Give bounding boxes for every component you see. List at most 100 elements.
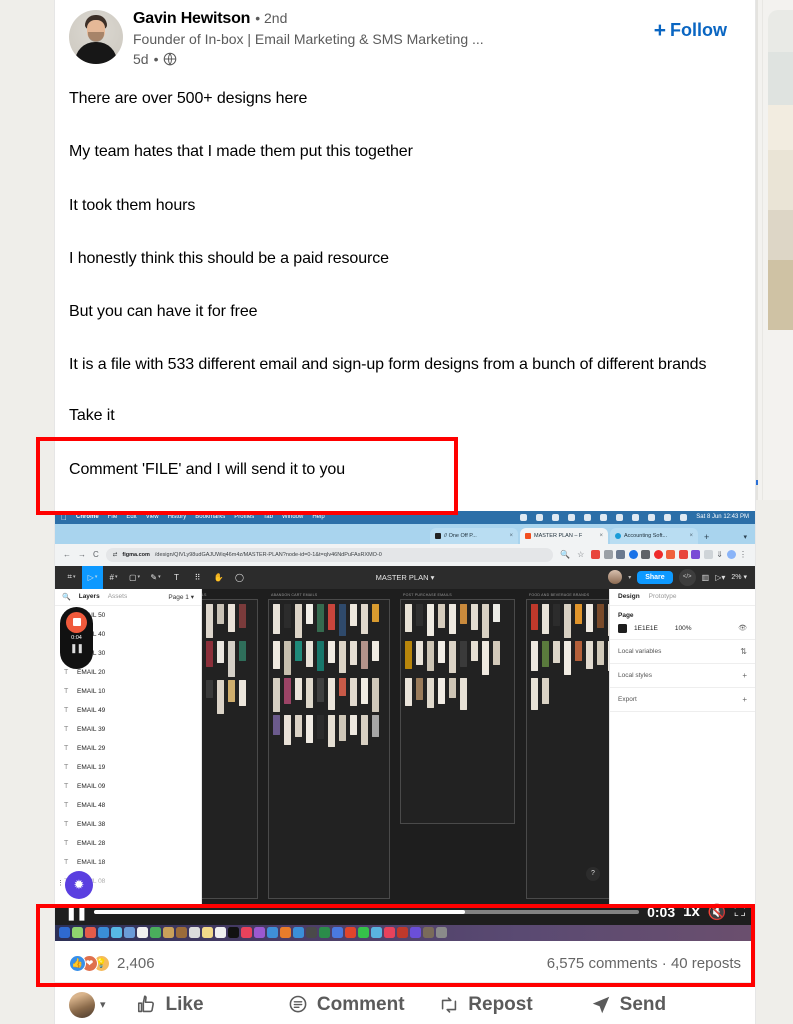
dock-appstore-icon[interactable] bbox=[267, 927, 278, 939]
user-avatar-selector[interactable]: ▾ bbox=[69, 991, 106, 1018]
extension-icon[interactable] bbox=[591, 550, 601, 560]
dock-appletv-icon[interactable] bbox=[228, 927, 239, 939]
close-icon[interactable]: × bbox=[509, 533, 513, 539]
menubar-item-help[interactable]: Help bbox=[312, 514, 324, 520]
pause-recording-icon[interactable]: ❚❚ bbox=[70, 643, 84, 654]
new-tab-button[interactable]: + bbox=[700, 532, 715, 544]
figma-library-icon[interactable]: ▥ bbox=[702, 573, 710, 582]
extension-icon[interactable] bbox=[703, 550, 713, 560]
dock-app-icon[interactable] bbox=[72, 927, 83, 939]
reaction-count[interactable]: 2,406 bbox=[117, 955, 155, 972]
dock-app-icon[interactable] bbox=[384, 927, 395, 939]
canvas-frame[interactable]: WELCOME EMAILS bbox=[202, 593, 258, 899]
menubar-item-profiles[interactable]: Profiles bbox=[234, 514, 254, 520]
menubar-item-window[interactable]: Window bbox=[282, 514, 303, 520]
dock-app-icon[interactable] bbox=[397, 927, 408, 939]
plus-icon[interactable]: + bbox=[742, 695, 747, 704]
menubar-item-history[interactable]: History bbox=[168, 514, 187, 520]
author-name[interactable]: Gavin Hewitson bbox=[133, 10, 250, 28]
canvas-frame[interactable]: POST PURCHASE EMAILS bbox=[400, 593, 515, 824]
figma-present-icon[interactable]: ▷▾ bbox=[715, 573, 725, 582]
playback-speed-button[interactable]: 1x bbox=[683, 903, 700, 920]
stop-recording-button[interactable] bbox=[66, 611, 87, 633]
zoom-search-icon[interactable]: 🔍 bbox=[560, 550, 570, 559]
figma-canvas[interactable]: WELCOME EMAILS bbox=[202, 588, 609, 907]
close-icon[interactable]: × bbox=[599, 533, 603, 539]
tab-design[interactable]: Design bbox=[618, 593, 640, 600]
close-icon[interactable]: × bbox=[689, 533, 693, 539]
layer-item[interactable]: T EMAIL 48 bbox=[55, 796, 201, 815]
dock-contacts-icon[interactable] bbox=[176, 927, 187, 939]
repost-button[interactable]: Repost bbox=[438, 994, 589, 1016]
extension-icon[interactable] bbox=[678, 550, 688, 560]
canvas-frame[interactable]: ABANDON CART EMAILS bbox=[268, 593, 390, 899]
browser-status-icon[interactable] bbox=[536, 513, 544, 521]
layer-item[interactable]: T EMAIL 19 bbox=[55, 758, 201, 777]
dock-numbers-icon[interactable] bbox=[280, 927, 291, 939]
figma-comment-tool-icon[interactable]: ◯ bbox=[229, 566, 250, 589]
layer-item[interactable]: T EMAIL 28 bbox=[55, 834, 201, 853]
dock-downloads-icon[interactable] bbox=[423, 927, 434, 939]
extension-icon[interactable] bbox=[628, 550, 638, 560]
dock-app-icon[interactable] bbox=[410, 927, 421, 939]
dock-slack-icon[interactable] bbox=[345, 927, 356, 939]
figma-pen-tool-icon[interactable]: ✎ ▾ bbox=[145, 566, 166, 589]
back-arrow-icon[interactable]: ← bbox=[63, 550, 71, 559]
comments-reposts-count[interactable]: 6,575 comments · 40 reposts bbox=[547, 955, 741, 972]
pause-icon[interactable]: ❚❚ bbox=[65, 903, 88, 921]
figma-frame-tool-icon[interactable]: # ▾ bbox=[103, 566, 124, 589]
layer-item[interactable]: T EMAIL 09 bbox=[55, 777, 201, 796]
layer-item[interactable]: T EMAIL 39 bbox=[55, 720, 201, 739]
send-button[interactable]: Send bbox=[590, 994, 741, 1016]
spotlight-search-icon[interactable] bbox=[648, 513, 656, 521]
menubar-item-view[interactable]: View bbox=[146, 514, 159, 520]
screen-recorder-widget[interactable]: 0:04 ❚❚ bbox=[60, 606, 93, 669]
figma-zoom-level[interactable]: 2% ▾ bbox=[731, 573, 747, 581]
dock-calendar-icon[interactable] bbox=[163, 927, 174, 939]
address-bar[interactable]: ⇄ figma.com/design/QIVLy98udGAJUWiq46m4z… bbox=[105, 547, 554, 562]
figma-collaborator-avatar[interactable] bbox=[608, 570, 623, 585]
tab-list-chevron-down-icon[interactable]: ▾ bbox=[743, 533, 747, 541]
extension-icon[interactable] bbox=[641, 550, 651, 560]
bluetooth-status-icon[interactable] bbox=[600, 513, 608, 521]
export-row[interactable]: Export + bbox=[610, 688, 755, 712]
page-selector[interactable]: Page 1 ▾ bbox=[168, 593, 194, 601]
extension-icon[interactable] bbox=[616, 550, 626, 560]
opera-extension-icon[interactable] bbox=[653, 550, 663, 560]
dock-facetime-icon[interactable] bbox=[150, 927, 161, 939]
dock-app-icon[interactable] bbox=[124, 927, 135, 939]
dock-launchpad-icon[interactable] bbox=[85, 927, 96, 939]
reload-icon[interactable]: C bbox=[93, 550, 99, 559]
menubar-item-edit[interactable]: Edit bbox=[126, 514, 136, 520]
like-button[interactable]: Like bbox=[136, 994, 287, 1016]
menubar-item-file[interactable]: File bbox=[108, 514, 118, 520]
settings-status-icon[interactable] bbox=[520, 513, 528, 521]
dock-chrome-icon[interactable] bbox=[319, 927, 330, 939]
site-info-icon[interactable]: ⇄ bbox=[113, 552, 118, 558]
chevron-down-icon[interactable]: ▾ bbox=[628, 574, 631, 581]
video-progress-bar[interactable] bbox=[94, 909, 640, 914]
figma-actions-tool-icon[interactable]: ⠿ bbox=[187, 566, 208, 589]
avatar[interactable] bbox=[69, 991, 95, 1018]
effects-button[interactable]: ✹ bbox=[65, 870, 93, 899]
dock-podcasts-icon[interactable] bbox=[254, 927, 265, 939]
dock-notes-icon[interactable] bbox=[202, 927, 213, 939]
extension-icon[interactable] bbox=[603, 550, 613, 560]
dock-pages-icon[interactable] bbox=[293, 927, 304, 939]
muted-speaker-icon[interactable]: 🔇 bbox=[708, 903, 727, 921]
chrome-menu-icon[interactable]: ⋮ bbox=[739, 550, 747, 559]
browser-tab[interactable]: // One Off P... × bbox=[430, 527, 518, 544]
reaction-icons-group[interactable]: 👍 ❤ 💡 bbox=[69, 954, 110, 972]
battery-status-icon[interactable] bbox=[616, 513, 624, 521]
figma-shape-tool-icon[interactable]: ▢ ▾ bbox=[124, 566, 145, 589]
layer-item[interactable]: T EMAIL 38 bbox=[55, 815, 201, 834]
menubar-item-tab[interactable]: Tab bbox=[263, 514, 273, 520]
forward-arrow-icon[interactable]: → bbox=[78, 550, 86, 559]
key-status-icon[interactable] bbox=[552, 513, 560, 521]
bookmark-star-icon[interactable]: ☆ bbox=[577, 550, 584, 559]
dock-trash-icon[interactable] bbox=[436, 927, 447, 939]
search-icon[interactable]: 🔍 bbox=[62, 593, 71, 601]
profile-avatar-icon[interactable] bbox=[726, 550, 736, 560]
control-center-icon[interactable] bbox=[664, 513, 672, 521]
dock-maps-icon[interactable] bbox=[111, 927, 122, 939]
